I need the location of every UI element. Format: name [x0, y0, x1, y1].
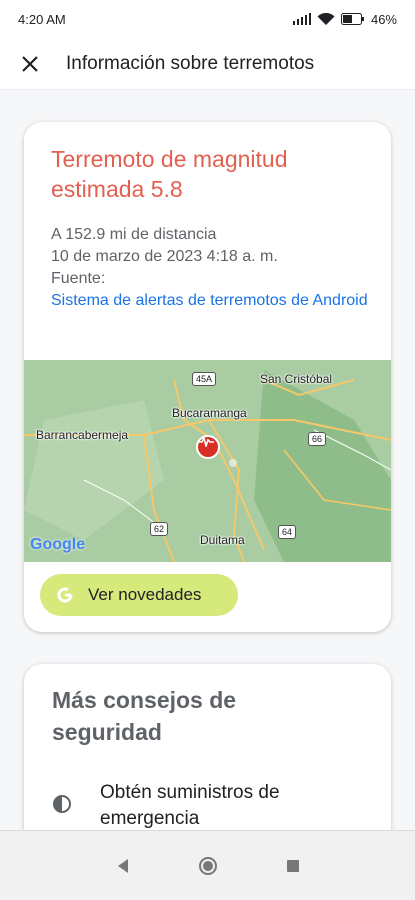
content-scroll[interactable]: Terremoto de magnitud estimada 5.8 A 152… — [0, 90, 415, 830]
home-icon — [198, 856, 217, 875]
distance-text: A 152.9 mi de distancia — [51, 226, 217, 243]
see-news-label: Ver novedades — [88, 585, 202, 604]
battery-icon — [340, 13, 364, 25]
source-link[interactable]: Sistema de alertas de terremotos de Andr… — [51, 290, 371, 312]
system-nav-bar — [0, 830, 415, 900]
battery-percent: 46% — [370, 11, 397, 27]
contrast-icon — [53, 795, 71, 813]
signal-icon — [292, 13, 311, 25]
google-logo: Google — [30, 536, 86, 553]
status-time: 4:20 AM — [18, 11, 66, 27]
source-label: Fuente: — [51, 270, 106, 287]
status-icons: 46% — [292, 11, 397, 27]
road-shield-66: 66 — [308, 432, 327, 446]
road-shield-62: 62 — [150, 522, 169, 536]
safety-tips-card: Más consejos de seguridad Obtén suminist… — [24, 664, 391, 830]
map-label-duitama: Duitama — [200, 533, 245, 547]
tip-item-text: Obtén suministros de emergencia — [100, 782, 280, 829]
status-bar: 4:20 AM 46% — [0, 0, 415, 38]
earthquake-map[interactable]: San Cristóbal Bucaramanga Barrancabermej… — [24, 360, 391, 562]
safety-tips-title: Más consejos de seguridad — [52, 687, 237, 745]
see-news-button[interactable]: Ver novedades — [40, 574, 238, 616]
map-label-bucaramanga: Bucaramanga — [172, 406, 247, 420]
back-icon — [117, 858, 128, 873]
page-title: Información sobre terremotos — [66, 52, 315, 74]
close-button[interactable] — [10, 44, 50, 84]
map-label-barrancabermeja: Barrancabermeja — [36, 428, 129, 442]
map-terrain — [24, 360, 391, 562]
epicenter-pin[interactable] — [196, 435, 220, 459]
earthquake-title: Terremoto de magnitud estimada 5.8 — [51, 146, 288, 202]
wifi-icon — [317, 12, 335, 25]
app-bar: Información sobre terremotos — [0, 38, 415, 90]
road-shield-45a: 45A — [192, 372, 217, 386]
earthquake-card: Terremoto de magnitud estimada 5.8 A 152… — [24, 122, 391, 632]
map-label-san-cristobal: San Cristóbal — [260, 372, 333, 386]
google-g-icon — [54, 584, 76, 606]
road-shield-64: 64 — [278, 525, 297, 539]
seismograph-icon — [198, 437, 214, 447]
nav-home-button[interactable] — [188, 846, 228, 886]
close-icon — [22, 55, 38, 72]
nav-recents-button[interactable] — [273, 846, 313, 886]
datetime-text: 10 de marzo de 2023 4:18 a. m. — [51, 248, 278, 265]
tip-item[interactable]: Obtén suministros de emergencia — [52, 780, 340, 830]
earthquake-details: A 152.9 mi de distancia 10 de marzo de 2… — [51, 224, 371, 312]
nav-back-button[interactable] — [103, 846, 143, 886]
recents-icon — [286, 859, 299, 872]
